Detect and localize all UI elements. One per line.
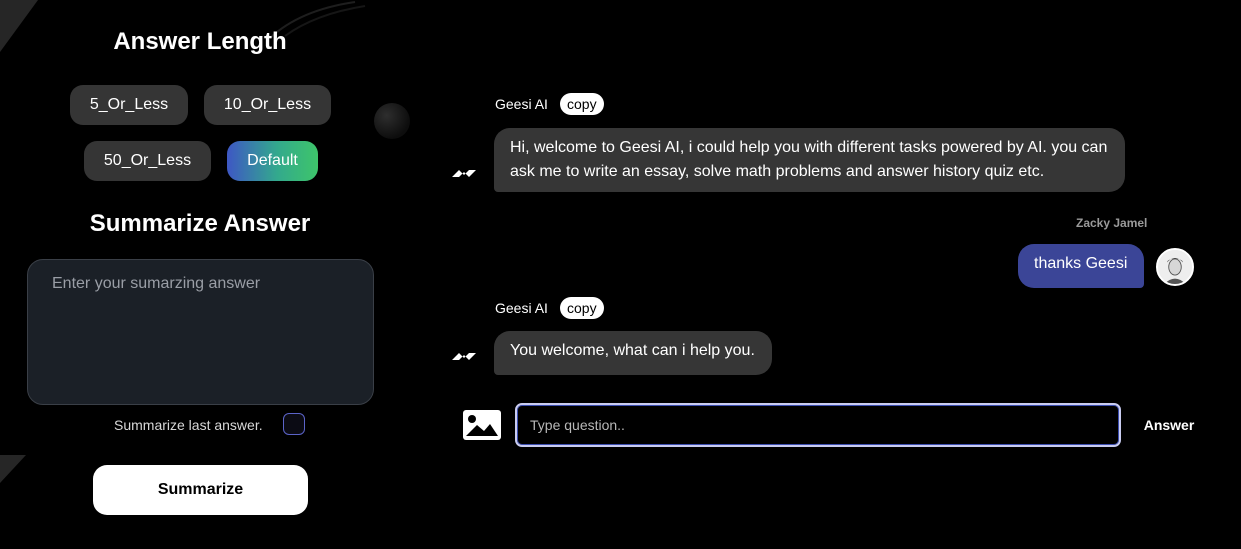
user-avatar-icon	[1158, 250, 1192, 284]
summarize-answer-title: Summarize Answer	[89, 210, 311, 237]
geesi-logo-icon	[452, 353, 476, 360]
decorative-shape	[0, 455, 26, 483]
summarize-last-label: Summarize last answer.	[114, 417, 263, 433]
answer-length-title: Answer Length	[113, 28, 287, 55]
answer-button[interactable]: Answer	[1136, 413, 1202, 437]
bot-message-text: ask me to write an essay, solve math pro…	[510, 163, 1045, 180]
user-message-bubble: thanks Geesi	[1018, 244, 1144, 288]
copy-button[interactable]: copy	[560, 297, 604, 319]
app-root: Answer Length 5_Or_Less 10_Or_Less 50_Or…	[0, 0, 1241, 549]
bot-sender-name: Geesi AI	[495, 96, 548, 112]
bot-message-text: Hi, welcome to Geesi AI, i could help yo…	[510, 139, 1108, 156]
summarize-button[interactable]: Summarize	[93, 465, 308, 515]
bot-message-text: You welcome, what can i help you.	[510, 342, 755, 359]
copy-button[interactable]: copy	[560, 93, 604, 115]
length-option-default[interactable]: Default	[227, 141, 318, 181]
bot-sender-name: Geesi AI	[495, 300, 548, 316]
summarize-textarea[interactable]	[27, 259, 374, 405]
user-sender-name: Zacky Jamel	[1076, 216, 1148, 230]
bot-message-bubble: Hi, welcome to Geesi AI, i could help yo…	[494, 128, 1125, 192]
geesi-logo-icon	[452, 170, 476, 177]
summarize-last-checkbox[interactable]	[283, 413, 305, 435]
length-option-5-or-less[interactable]: 5_Or_Less	[70, 85, 188, 125]
decorative-orb	[374, 103, 410, 139]
user-message-text: thanks Geesi	[1034, 255, 1128, 272]
user-avatar	[1156, 248, 1194, 286]
length-option-10-or-less[interactable]: 10_Or_Less	[204, 85, 331, 125]
question-input[interactable]	[515, 403, 1121, 447]
bot-message-bubble: You welcome, what can i help you.	[494, 331, 772, 375]
length-option-50-or-less[interactable]: 50_Or_Less	[84, 141, 211, 181]
image-upload-icon[interactable]	[462, 409, 502, 441]
